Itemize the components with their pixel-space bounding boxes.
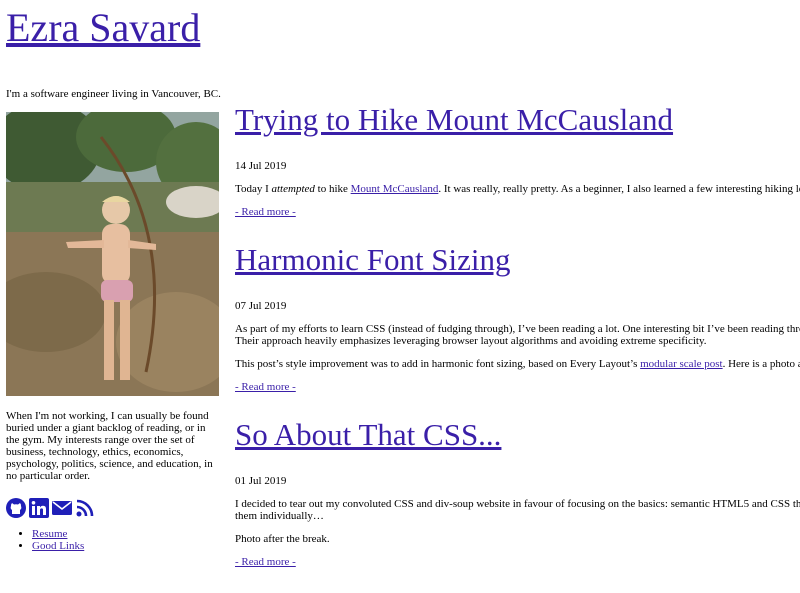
excerpt-text: Their approach heavily emphasizes levera…	[235, 335, 707, 347]
post-date: 14 Jul 2019	[235, 160, 287, 172]
post-date: 01 Jul 2019	[235, 475, 287, 487]
sidebar-link-item: Good Links	[32, 540, 220, 552]
post-title-link[interactable]: So About That CSS...	[235, 417, 501, 452]
profile-photo-illustration	[6, 112, 219, 396]
post-list: Trying to Hike Mount McCausland 14 Jul 2…	[235, 100, 800, 590]
post-title: So About That CSS...	[235, 415, 800, 455]
sidebar: When I'm not working, I can usually be f…	[6, 112, 220, 552]
social-links	[6, 498, 220, 518]
excerpt-text: As part of my efforts to learn CSS (inst…	[235, 323, 800, 335]
resume-link[interactable]: Resume	[32, 528, 67, 540]
post-excerpt: Today I attempted to hike Mount McCausla…	[235, 183, 800, 195]
tagline: I'm a software engineer living in Vancou…	[6, 88, 221, 100]
excerpt-text: This post’s style improvement was to add…	[235, 358, 641, 370]
post-title: Harmonic Font Sizing	[235, 240, 800, 280]
excerpt-text: Today I	[235, 183, 272, 195]
rss-icon[interactable]	[75, 498, 95, 518]
post-excerpt: This post’s style improvement was to add…	[235, 358, 800, 370]
read-more-link[interactable]: - Read more -	[235, 381, 800, 393]
email-icon[interactable]	[52, 498, 72, 518]
post: Harmonic Font Sizing 07 Jul 2019 As part…	[235, 240, 800, 393]
post-excerpt: I decided to tear out my convoluted CSS …	[235, 498, 800, 522]
linkedin-icon[interactable]	[29, 498, 49, 518]
sidebar-link-item: Resume	[32, 528, 220, 540]
excerpt-text: . It was really, really pretty. As a beg…	[438, 183, 800, 195]
excerpt-emphasis: attempted	[271, 183, 315, 195]
post-title-link[interactable]: Harmonic Font Sizing	[235, 242, 511, 277]
post-excerpt: As part of my efforts to learn CSS (inst…	[235, 323, 800, 347]
modular-scale-post-link[interactable]: modular scale post	[640, 358, 722, 370]
site-title-link[interactable]: Ezra Savard	[6, 5, 200, 50]
read-more-link[interactable]: - Read more -	[235, 206, 800, 218]
bio: When I'm not working, I can usually be f…	[6, 410, 213, 482]
site-title: Ezra Savard	[6, 4, 200, 52]
excerpt-text: I decided to tear out my convoluted CSS …	[235, 498, 800, 510]
github-icon[interactable]	[6, 498, 26, 518]
read-more-link[interactable]: - Read more -	[235, 556, 800, 568]
excerpt-text: . Here is a photo after	[722, 358, 800, 370]
post-title-link[interactable]: Trying to Hike Mount McCausland	[235, 102, 673, 137]
post: Trying to Hike Mount McCausland 14 Jul 2…	[235, 100, 800, 218]
post-title: Trying to Hike Mount McCausland	[235, 100, 800, 140]
profile-photo	[6, 112, 219, 396]
good-links-link[interactable]: Good Links	[32, 540, 84, 552]
sidebar-links: Resume Good Links	[6, 528, 220, 552]
post: So About That CSS... 01 Jul 2019 I decid…	[235, 415, 800, 568]
excerpt-text: them individually…	[235, 510, 324, 522]
post-excerpt: Photo after the break.	[235, 533, 330, 545]
excerpt-text: to hike	[314, 183, 351, 195]
mount-mccausland-link[interactable]: Mount McCausland	[351, 183, 439, 195]
post-date: 07 Jul 2019	[235, 300, 287, 312]
